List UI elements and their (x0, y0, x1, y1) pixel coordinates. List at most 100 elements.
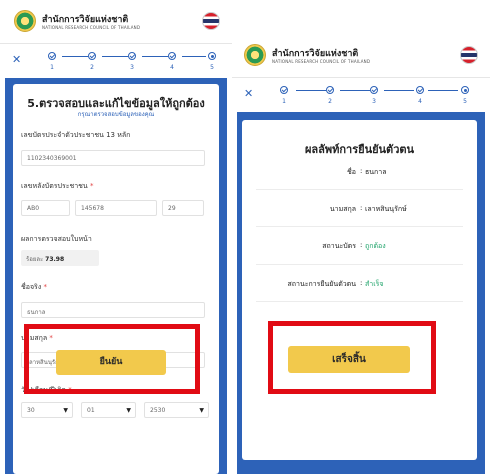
logo-icon (244, 44, 266, 66)
id-card-input[interactable]: 1102340369001 (21, 150, 205, 166)
step-1: 1 (278, 86, 290, 105)
current-step-icon (461, 86, 469, 94)
step-number: 1 (282, 98, 286, 105)
colon: : (360, 204, 363, 212)
first-name-label: ชื่อจริง * (21, 282, 47, 293)
colon: : (360, 241, 363, 249)
result-title: ผลลัพท์การยืนยันตัวตน (304, 143, 415, 156)
left-screen: สำนักการวิจัยแห่งชาติ NATIONAL RESEARCH … (0, 0, 232, 474)
step-1: 1 (46, 52, 58, 71)
colon: : (360, 279, 363, 287)
step-connector (142, 56, 168, 57)
step-connector (62, 56, 88, 57)
step-number: 1 (50, 64, 54, 71)
app-header: สำนักการวิจัยแห่งชาติ NATIONAL RESEARCH … (232, 36, 490, 78)
birth-day-select[interactable]: 30 ▼ (21, 402, 73, 418)
id-card-label-text: เลขบัตรประจำตัวประชาชน 13 หลัก (21, 131, 131, 139)
face-check-label: ผลการตรวจสอบใบหน้า (21, 234, 92, 245)
check-circle-icon (280, 86, 288, 94)
step-2: 2 (324, 86, 336, 105)
progress-stepper: ✕ 1 2 3 4 5 (232, 80, 490, 112)
id-card-label: เลขบัตรประจำตัวประชาชน 13 หลัก (21, 130, 130, 141)
step-number: 5 (210, 64, 214, 71)
birth-month-select[interactable]: 01 ▼ (81, 402, 136, 418)
step-connector (182, 56, 206, 57)
check-circle-icon (326, 86, 334, 94)
review-form-card: 5.ตรวจสอบและแก้ไขข้อมูลให้ถูกต้อง กรุณาต… (13, 84, 219, 474)
step-3: 3 (368, 86, 380, 105)
org-name-th: สำนักการวิจัยแห่งชาติ (42, 15, 129, 25)
step-5: 5 (459, 86, 471, 105)
chevron-down-icon: ▼ (199, 407, 204, 414)
check-circle-icon (168, 52, 176, 60)
logo-icon (14, 10, 36, 32)
face-check-result: ร้อยละ 73.98 (21, 250, 99, 266)
step-number: 4 (170, 64, 174, 71)
org-name-en: NATIONAL RESEARCH COUNCIL OF THAILAND (42, 25, 141, 30)
chevron-down-icon: ▼ (126, 407, 131, 414)
close-icon[interactable]: ✕ (244, 87, 253, 100)
first-name-input[interactable]: ธนกาล (21, 302, 205, 318)
highlight-box (24, 324, 200, 394)
verify-status-label: สถานะการยืนยันตัวตน (287, 280, 357, 288)
required-marker: * (89, 182, 94, 190)
step-number: 2 (90, 64, 94, 71)
divider (256, 226, 463, 227)
step-number: 3 (130, 64, 134, 71)
birth-year-select[interactable]: 2530 ▼ (144, 402, 209, 418)
app-header: สำนักการวิจัยแห่งชาติ NATIONAL RESEARCH … (0, 0, 232, 44)
step-4: 4 (414, 86, 426, 105)
progress-stepper: ✕ 1 2 3 4 5 (0, 46, 232, 76)
check-circle-icon (416, 86, 424, 94)
step-3: 3 (126, 52, 138, 71)
right-screen: สำนักการวิจัยแห่งชาติ NATIONAL RESEARCH … (232, 0, 490, 474)
thai-flag-icon[interactable] (460, 46, 478, 64)
check-circle-icon (48, 52, 56, 60)
current-step-icon (208, 52, 216, 60)
step-number: 5 (463, 98, 467, 105)
step-connector (340, 90, 370, 91)
face-check-prefix: ร้อยละ (26, 256, 44, 263)
check-circle-icon (370, 86, 378, 94)
surname-value: เลาหสินนุรักษ์ (365, 205, 407, 213)
name-label: ชื่อ (347, 168, 356, 176)
step-number: 4 (418, 98, 422, 105)
verify-status-value: สำเร็จ (365, 280, 384, 288)
step-2: 2 (86, 52, 98, 71)
surname-label: นามสกุล (329, 205, 356, 213)
birth-year-value: 2530 (150, 407, 166, 414)
step-number: 2 (328, 98, 332, 105)
divider (256, 301, 463, 302)
back-card-part2-input[interactable]: 145678 (75, 200, 157, 216)
step-5: 5 (206, 52, 218, 71)
step-number: 3 (372, 98, 376, 105)
face-check-value: 73.98 (45, 256, 65, 263)
step-connector (296, 90, 326, 91)
check-circle-icon (128, 52, 136, 60)
org-name-en: NATIONAL RESEARCH COUNCIL OF THAILAND (272, 59, 371, 64)
close-icon[interactable]: ✕ (12, 53, 21, 66)
check-circle-icon (88, 52, 96, 60)
step-connector (428, 90, 458, 91)
divider (256, 264, 463, 265)
org-name-th: สำนักการวิจัยแห่งชาติ (272, 49, 359, 59)
chevron-down-icon: ▼ (63, 407, 68, 414)
required-marker: * (43, 283, 47, 291)
back-card-part1-input[interactable]: AB0 (21, 200, 70, 216)
birth-day-value: 30 (27, 407, 35, 414)
back-card-label-text: เลขหลังบัตรประชาชน (21, 182, 88, 190)
name-value: ธนกาล (365, 168, 387, 176)
back-card-label: เลขหลังบัตรประชาชน * (21, 181, 93, 192)
face-check-label-text: ผลการตรวจสอบใบหน้า (21, 235, 92, 243)
step-4: 4 (166, 52, 178, 71)
colon: : (360, 167, 363, 175)
first-name-label-text: ชื่อจริง (21, 283, 42, 291)
result-card: ผลลัพท์การยืนยันตัวตน ชื่อ : ธนกาล นามสก… (242, 120, 477, 460)
birth-month-value: 01 (87, 407, 95, 414)
step-connector (102, 56, 128, 57)
highlight-box (268, 321, 436, 394)
form-subtitle: กรุณาตรวจสอบข้อมูลของคุณ (77, 111, 155, 118)
thai-flag-icon[interactable] (202, 12, 220, 30)
card-status-label: สถานะบัตร (322, 242, 356, 250)
back-card-part3-input[interactable]: 29 (162, 200, 204, 216)
